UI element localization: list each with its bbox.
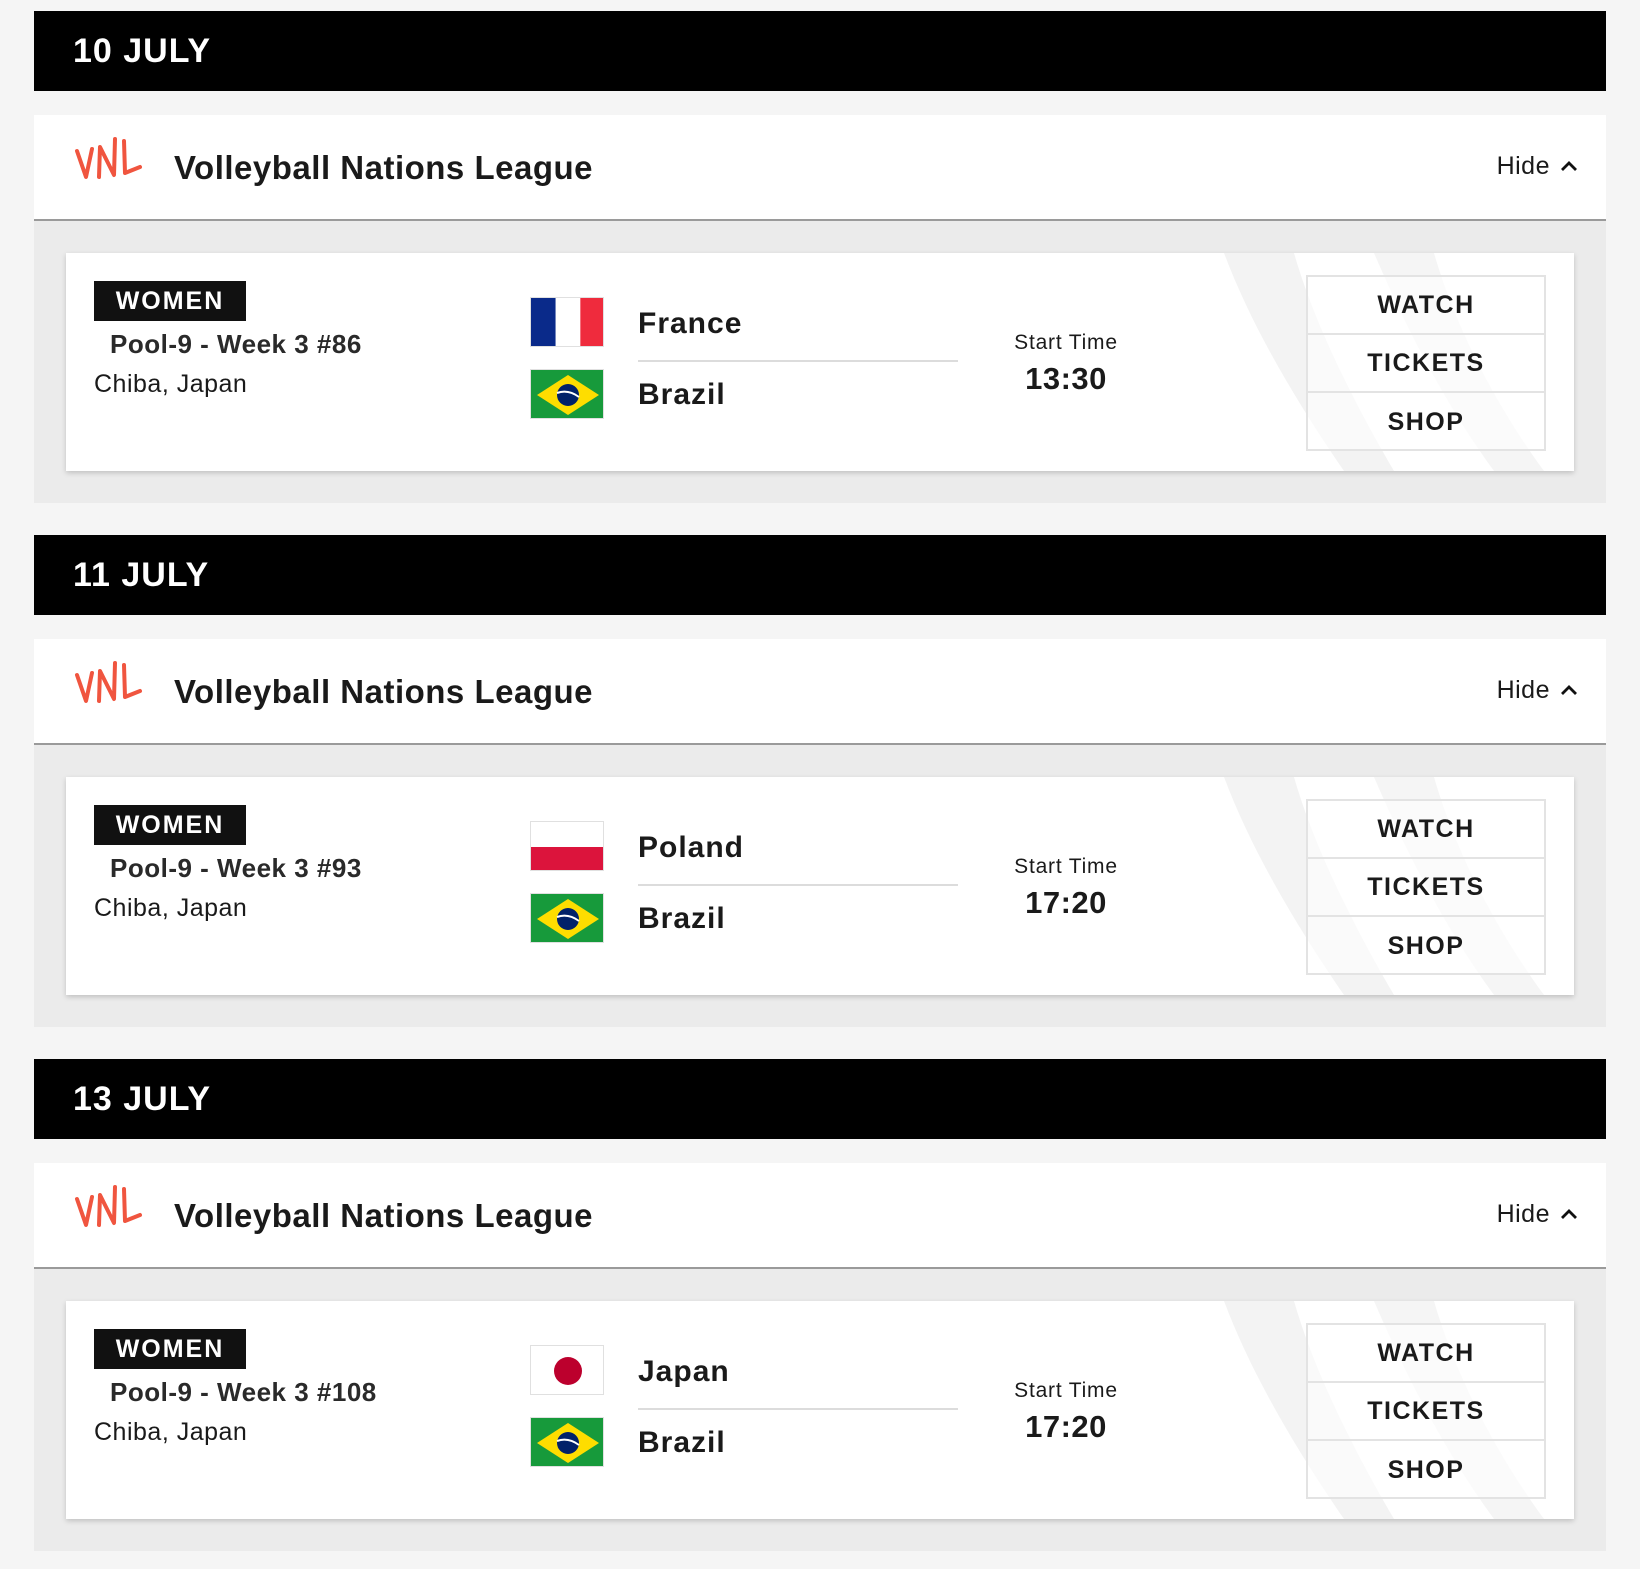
- home-team-name: France: [638, 307, 743, 340]
- start-time-value: 13:30: [1025, 361, 1107, 396]
- shop-button[interactable]: SHOP: [1308, 1441, 1544, 1499]
- hide-toggle-button[interactable]: Hide: [1497, 115, 1578, 217]
- pool-info: Pool-9 - Week 3 #86: [110, 329, 362, 359]
- day-section: 13 JULY Volleyball Nations League Hide W…: [34, 1059, 1606, 1551]
- schedule-page: 10 JULY Volleyball Nations League Hide W…: [0, 0, 1640, 1569]
- hide-toggle-label: Hide: [1496, 152, 1550, 180]
- brazil-flag-icon: [530, 1417, 604, 1467]
- watch-button[interactable]: WATCH: [1308, 801, 1544, 859]
- watch-button[interactable]: WATCH: [1308, 1325, 1544, 1383]
- start-time-label: Start Time: [1014, 1379, 1118, 1402]
- match-card: WOMEN Pool-9 - Week 3 #93 Chiba, Japan P…: [66, 777, 1574, 995]
- tickets-button[interactable]: TICKETS: [1308, 1383, 1544, 1441]
- date-header: 13 JULY: [34, 1059, 1606, 1139]
- venue: Chiba, Japan: [94, 370, 248, 398]
- match-actions: WATCH TICKETS SHOP: [1306, 799, 1546, 975]
- match-actions: WATCH TICKETS SHOP: [1306, 1323, 1546, 1499]
- date-header: 10 JULY: [34, 11, 1606, 91]
- gender-badge: WOMEN: [94, 805, 246, 845]
- chevron-up-icon: [1561, 161, 1577, 171]
- match-area: WOMEN Pool-9 - Week 3 #108 Chiba, Japan …: [34, 1269, 1606, 1551]
- tickets-button[interactable]: TICKETS: [1308, 859, 1544, 917]
- shop-button[interactable]: SHOP: [1308, 393, 1544, 451]
- start-time-label: Start Time: [1014, 331, 1118, 354]
- france-flag-icon: [530, 297, 604, 347]
- match-card: WOMEN Pool-9 - Week 3 #86 Chiba, Japan F…: [66, 253, 1574, 471]
- date-header: 11 JULY: [34, 535, 1606, 615]
- vnl-logo-icon: [75, 661, 142, 703]
- hide-toggle-button[interactable]: Hide: [1497, 639, 1578, 741]
- league-name: Volleyball Nations League: [174, 149, 593, 186]
- match-card: WOMEN Pool-9 - Week 3 #108 Chiba, Japan …: [66, 1301, 1574, 1519]
- home-team-name: Japan: [638, 1355, 730, 1388]
- league-name: Volleyball Nations League: [174, 673, 593, 710]
- away-team-name: Brazil: [638, 1426, 726, 1459]
- vnl-logo-icon: [75, 137, 142, 179]
- gender-badge: WOMEN: [94, 281, 246, 321]
- venue: Chiba, Japan: [94, 894, 248, 922]
- start-time-value: 17:20: [1025, 1409, 1107, 1444]
- venue: Chiba, Japan: [94, 1418, 248, 1446]
- chevron-up-icon: [1561, 685, 1577, 695]
- vnl-logo-icon: [75, 1185, 142, 1227]
- pool-info: Pool-9 - Week 3 #108: [110, 1377, 377, 1407]
- hide-toggle-label: Hide: [1496, 676, 1550, 704]
- poland-flag-icon: [530, 821, 604, 871]
- day-section: 10 JULY Volleyball Nations League Hide W…: [34, 11, 1606, 503]
- day-section: 11 JULY Volleyball Nations League Hide W…: [34, 535, 1606, 1027]
- match-area: WOMEN Pool-9 - Week 3 #93 Chiba, Japan P…: [34, 745, 1606, 1027]
- hide-toggle-button[interactable]: Hide: [1497, 1163, 1578, 1265]
- league-name: Volleyball Nations League: [174, 1197, 593, 1234]
- team-divider: [638, 884, 958, 886]
- start-time-value: 17:20: [1025, 885, 1107, 920]
- start-time-label: Start Time: [1014, 855, 1118, 878]
- match-area: WOMEN Pool-9 - Week 3 #86 Chiba, Japan F…: [34, 221, 1606, 503]
- league-header: Volleyball Nations League Hide: [34, 115, 1606, 221]
- match-actions: WATCH TICKETS SHOP: [1306, 275, 1546, 451]
- brazil-flag-icon: [530, 369, 604, 419]
- hide-toggle-label: Hide: [1496, 1200, 1550, 1228]
- league-header: Volleyball Nations League Hide: [34, 1163, 1606, 1269]
- home-team-name: Poland: [638, 831, 745, 864]
- team-divider: [638, 1408, 958, 1410]
- team-divider: [638, 360, 958, 362]
- watch-button[interactable]: WATCH: [1308, 277, 1544, 335]
- japan-flag-icon: [530, 1345, 604, 1395]
- pool-info: Pool-9 - Week 3 #93: [110, 853, 362, 883]
- brazil-flag-icon: [530, 893, 604, 943]
- away-team-name: Brazil: [638, 902, 726, 935]
- shop-button[interactable]: SHOP: [1308, 917, 1544, 975]
- away-team-name: Brazil: [638, 378, 726, 411]
- gender-badge: WOMEN: [94, 1329, 246, 1369]
- tickets-button[interactable]: TICKETS: [1308, 335, 1544, 393]
- chevron-up-icon: [1561, 1209, 1577, 1219]
- league-header: Volleyball Nations League Hide: [34, 639, 1606, 745]
